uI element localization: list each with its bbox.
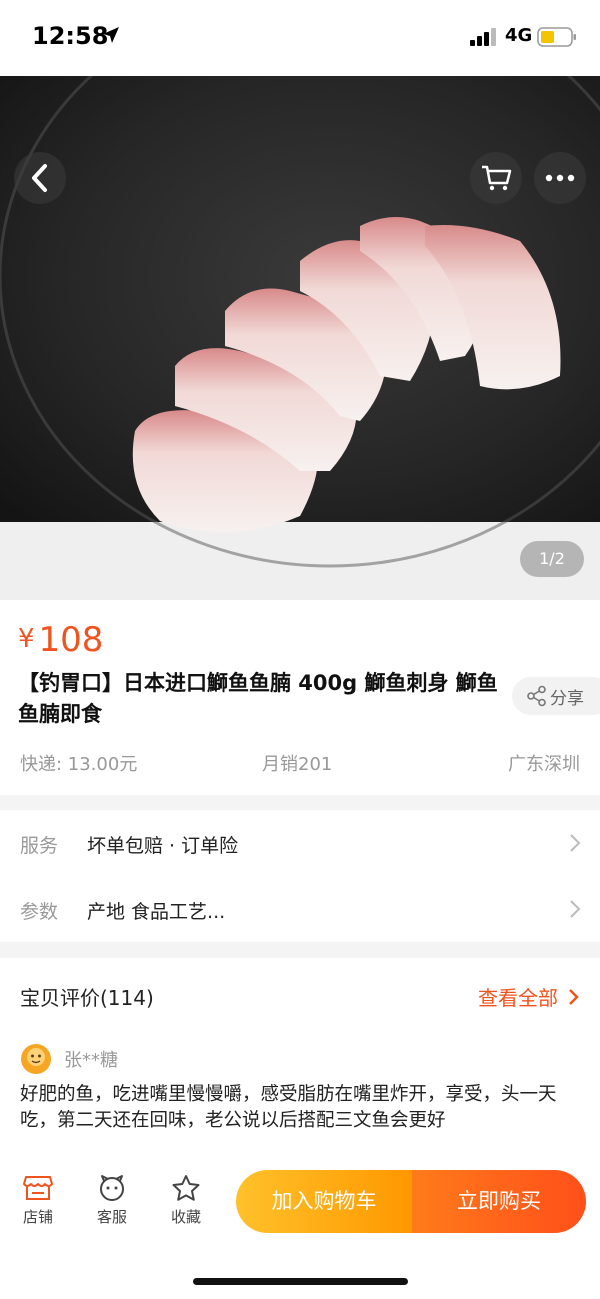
add-to-cart-button[interactable]: 加入购物车 (236, 1170, 412, 1233)
params-row-value: 产地 食品工艺... (87, 901, 226, 923)
price-value: 108 (38, 620, 104, 660)
shopping-cart-icon (482, 165, 512, 191)
home-indicator[interactable] (193, 1278, 408, 1285)
cart-button[interactable] (470, 152, 522, 204)
price-currency: ¥ (18, 624, 35, 654)
product-image-gallery[interactable]: 1/2 (0, 76, 600, 600)
shop-label: 店铺 (22, 1208, 53, 1226)
customer-service-icon (100, 1175, 124, 1201)
product-summary: ¥108 【钓胃口】日本进口鰤鱼鱼腩 400g 鰤鱼刺身 鰤鱼鱼腩即食 分享 快… (0, 600, 600, 795)
service-row-key: 服务 (20, 835, 59, 857)
battery-icon (537, 27, 576, 47)
location-arrow-icon (103, 27, 119, 43)
star-icon (172, 1175, 200, 1201)
product-detail-page: 12:58 4G 1/2 ¥ 108 【钓胃口】日本进口鰤鱼鱼腩 400g 鰤鱼… (0, 0, 600, 1299)
service-label: 客服 (96, 1208, 127, 1226)
params-row-key: 参数 (20, 901, 59, 923)
view-all-reviews-link[interactable]: 查看全部 (478, 982, 580, 1011)
status-bar: 12:58 4G (0, 0, 600, 76)
view-all-label: 查看全部 (478, 986, 558, 1010)
monthly-sales: 月销201 (262, 754, 333, 775)
buy-now-button[interactable]: 立即购买 (412, 1170, 586, 1233)
shipping-fee: 快递: 13.00元 (20, 754, 138, 775)
review-text: 好肥的鱼，吃进嘴里慢慢嚼，感受脂肪在嘴里炸开，享受，头一天吃，第二天还在回味，老… (20, 1084, 557, 1131)
favorite-tab[interactable]: 收藏 (156, 1174, 216, 1227)
service-row[interactable]: 服务 坏单包赔 · 订单险 (0, 810, 600, 876)
reviewer-avatar (21, 1044, 51, 1074)
service-row-value: 坏单包赔 · 订单险 (87, 835, 239, 857)
image-pager: 1/2 (520, 541, 584, 577)
network-type: 4G (505, 25, 533, 46)
back-button[interactable] (14, 152, 66, 204)
params-row[interactable]: 参数 产地 食品工艺... (0, 876, 600, 942)
reviews-header: 宝贝评价(114) (20, 986, 154, 1010)
store-icon (23, 1176, 53, 1200)
service-section: 服务 坏单包赔 · 订单险 参数 产地 食品工艺... (0, 810, 600, 942)
favorite-label: 收藏 (170, 1208, 201, 1226)
product-photo (0, 76, 600, 600)
chevron-right-icon (569, 988, 579, 1005)
bottom-action-bar: 店铺 客服 收藏 加入购物车 立即购买 (0, 1160, 600, 1299)
customer-service-tab[interactable]: 客服 (82, 1174, 142, 1227)
shop-tab[interactable]: 店铺 (8, 1174, 68, 1227)
share-button[interactable]: 分享 (512, 677, 600, 715)
status-time: 12:58 (32, 22, 109, 50)
price: ¥108 (18, 620, 103, 660)
chevron-right-icon (570, 834, 581, 852)
share-icon (527, 685, 546, 707)
reviews-section: 宝贝评价(114) 查看全部 张**糖 好肥的鱼，吃进嘴里慢慢嚼，感受脂肪在嘴里… (0, 958, 600, 1168)
product-title: 【钓胃口】日本进口鰤鱼鱼腩 400g 鰤鱼刺身 鰤鱼鱼腩即食 (18, 671, 498, 726)
ship-from-location: 广东深圳 (508, 754, 580, 775)
cellular-signal-icon (470, 28, 496, 46)
more-options-button[interactable] (534, 152, 586, 204)
more-dots-icon (545, 174, 575, 182)
chevron-right-icon (570, 900, 581, 918)
chevron-left-icon (32, 164, 47, 192)
reviewer-name: 张**糖 (64, 1050, 118, 1071)
share-label: 分享 (550, 688, 584, 709)
